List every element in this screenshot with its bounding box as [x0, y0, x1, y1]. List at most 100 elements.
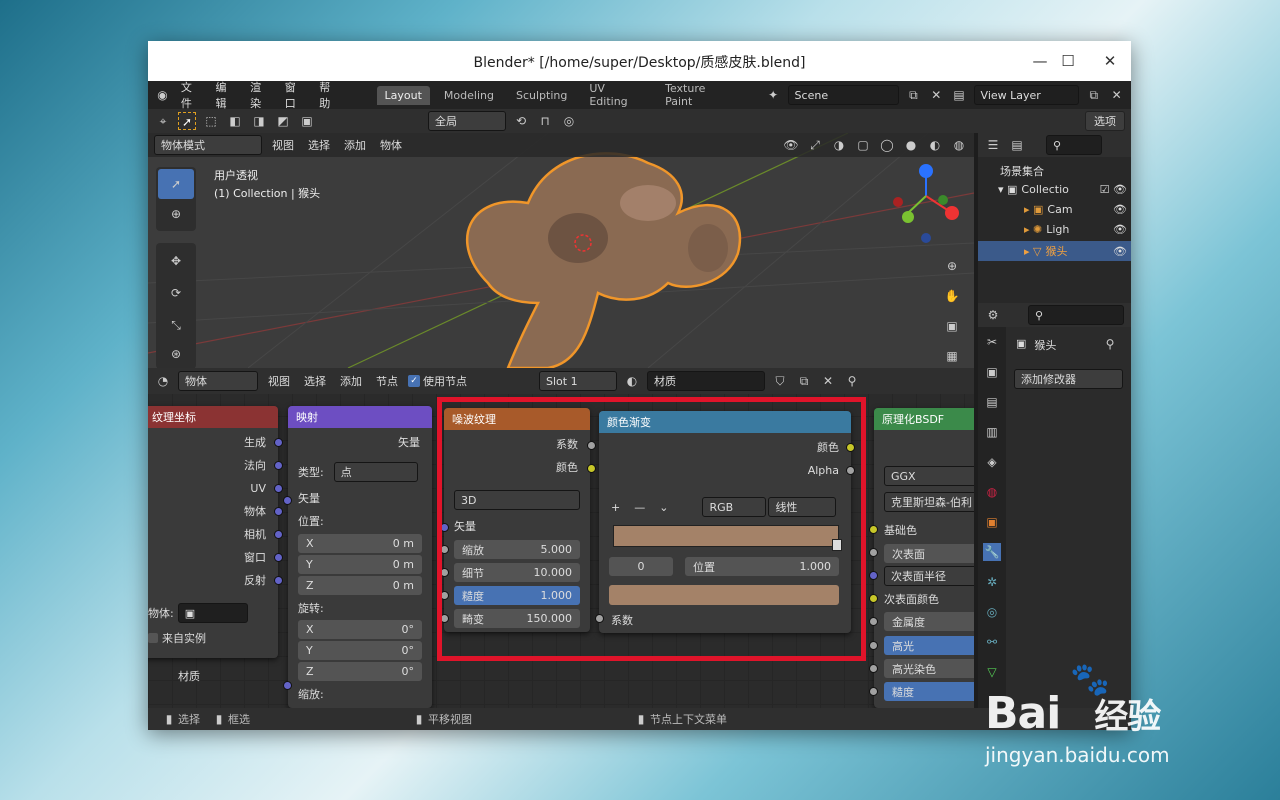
- stop-index[interactable]: 0: [609, 557, 673, 576]
- param-distortion[interactable]: 畸变 150.000: [454, 609, 580, 628]
- properties-search[interactable]: ⚲: [1028, 305, 1124, 325]
- 3d-viewport[interactable]: 物体模式 视图 选择 添加 物体 👁 ⤢ ◑ ▢ ◯ ● ◐ ◍ 用户透视 (1…: [148, 133, 974, 368]
- input-subsurface-radius[interactable]: 次表面半径: [884, 566, 974, 586]
- tab-uv-editing[interactable]: UV Editing: [581, 79, 651, 111]
- socket[interactable]: [869, 594, 878, 603]
- scene-collection[interactable]: 场景集合: [1000, 163, 1044, 179]
- rotation-z[interactable]: Z 0°: [298, 662, 422, 681]
- pivot-icon[interactable]: ⟲: [512, 112, 530, 130]
- viewport-menu-view[interactable]: 视图: [268, 135, 298, 155]
- ramp-menu-button[interactable]: ⌄: [659, 501, 668, 514]
- select-extend-icon[interactable]: ◧: [226, 112, 244, 130]
- socket[interactable]: [869, 548, 878, 557]
- socket[interactable]: [869, 664, 878, 673]
- pin-icon[interactable]: ⚲: [843, 372, 861, 390]
- transform-orientation[interactable]: 全局: [428, 111, 506, 131]
- outliner-item-camera[interactable]: ▸ ▣ Cam 👁: [1024, 203, 1127, 216]
- material-icon[interactable]: ◐: [623, 372, 641, 390]
- viewport-menu-add[interactable]: 添加: [340, 135, 370, 155]
- physics-tab-icon[interactable]: ◎: [983, 603, 1001, 621]
- shading-wire-icon[interactable]: ◯: [878, 136, 896, 154]
- tool-move-icon[interactable]: ✥: [158, 245, 194, 277]
- properties-type-icon[interactable]: ⚙: [984, 306, 1002, 324]
- socket[interactable]: [846, 443, 855, 452]
- param-roughness[interactable]: 糙度 1.000: [454, 586, 580, 605]
- socket[interactable]: [869, 571, 878, 580]
- select-box-icon[interactable]: ⬚: [202, 112, 220, 130]
- constraints-tab-icon[interactable]: ⚯: [983, 633, 1001, 651]
- node-menu-add[interactable]: 添加: [336, 371, 366, 391]
- view-layer-tab-icon[interactable]: ▥: [983, 423, 1001, 441]
- slot-select[interactable]: Slot 1: [539, 371, 617, 391]
- new-scene-icon[interactable]: ⧉: [905, 86, 922, 104]
- socket[interactable]: [440, 614, 449, 623]
- tab-modeling[interactable]: Modeling: [436, 86, 502, 105]
- input-roughness[interactable]: 糙度: [884, 682, 974, 701]
- tab-texture-paint[interactable]: Texture Paint: [657, 79, 739, 111]
- menu-window[interactable]: 窗口: [281, 77, 310, 113]
- tool-rotate-icon[interactable]: ⟳: [158, 277, 194, 309]
- node-texture-coordinate[interactable]: 纹理坐标 生成 法向 UV 物体 相机 窗口 反射 物体: ▣ 来自实例: [148, 406, 278, 658]
- menu-file[interactable]: 文件: [177, 77, 206, 113]
- remove-stop-button[interactable]: —: [634, 501, 645, 514]
- select-tool-icon[interactable]: ➚: [178, 112, 196, 130]
- properties-editor[interactable]: ⚙ ⚲ ✂ ▣ ▤ ▥ ◈ ◍ ▣ 🔧 ✲ ◎ ⚯ ▽ ▣ 猴头 ⚲ 添加修改器: [978, 303, 1131, 708]
- unlink-material-icon[interactable]: ✕: [819, 372, 837, 390]
- particles-tab-icon[interactable]: ✲: [983, 573, 1001, 591]
- tab-layout[interactable]: Layout: [376, 85, 430, 105]
- pan-hand-icon[interactable]: ✋: [938, 281, 966, 311]
- dimension-select[interactable]: 3D: [454, 490, 580, 510]
- socket[interactable]: [274, 576, 283, 585]
- node-mapping[interactable]: 映射 矢量 类型: 点 矢量 位置: X0 m Y0 m Z0 m 旋转: X0…: [288, 406, 432, 708]
- minimize-button[interactable]: —: [1028, 49, 1052, 73]
- visibility-icon[interactable]: 👁: [782, 136, 800, 154]
- gizmo-icon[interactable]: ⤢: [806, 136, 824, 154]
- camera-icon[interactable]: ▣: [938, 311, 966, 341]
- world-tab-icon[interactable]: ◍: [983, 483, 1001, 501]
- socket[interactable]: [595, 614, 604, 623]
- snap-icon[interactable]: ⊓: [536, 112, 554, 130]
- menu-help[interactable]: 帮助: [315, 77, 344, 113]
- tool-transform-icon[interactable]: ⊛: [158, 341, 194, 367]
- viewport-menu-select[interactable]: 选择: [304, 135, 334, 155]
- socket[interactable]: [274, 484, 283, 493]
- transform-pivot-icon[interactable]: ⌖: [154, 112, 172, 130]
- output-tab-icon[interactable]: ▤: [983, 393, 1001, 411]
- editor-type-icon[interactable]: ◔: [154, 372, 172, 390]
- display-mode-icon[interactable]: ▤: [1008, 136, 1026, 154]
- new-layer-icon[interactable]: ⧉: [1085, 86, 1102, 104]
- new-material-icon[interactable]: ⧉: [795, 372, 813, 390]
- sss-method-select[interactable]: 克里斯坦森-伯利: [884, 492, 974, 512]
- options-button[interactable]: 选项: [1085, 111, 1125, 131]
- socket[interactable]: [440, 591, 449, 600]
- menu-edit[interactable]: 编辑: [211, 77, 240, 113]
- type-select[interactable]: 点: [333, 462, 418, 482]
- object-field[interactable]: ▣: [177, 603, 248, 623]
- socket[interactable]: [869, 617, 878, 626]
- tool-select-icon[interactable]: ➚: [158, 169, 194, 199]
- fake-user-icon[interactable]: ⛉: [771, 372, 789, 390]
- scene-tab-icon[interactable]: ◈: [983, 453, 1001, 471]
- select-invert-icon[interactable]: ◩: [274, 112, 292, 130]
- stop-color-swatch[interactable]: [609, 585, 839, 605]
- socket[interactable]: [283, 681, 292, 690]
- param-detail[interactable]: 细节 10.000: [454, 563, 580, 582]
- overlay-icon[interactable]: ◑: [830, 136, 848, 154]
- socket[interactable]: [440, 523, 449, 532]
- shading-rendered-icon[interactable]: ◍: [950, 136, 968, 154]
- node-menu-view[interactable]: 视图: [264, 371, 294, 391]
- tab-sculpting[interactable]: Sculpting: [508, 86, 575, 105]
- location-z[interactable]: Z0 m: [298, 576, 422, 595]
- outliner-collection[interactable]: ▾ ▣ Collectio ☑ 👁: [998, 183, 1127, 196]
- zoom-icon[interactable]: ⊕: [938, 251, 966, 281]
- node-menu-select[interactable]: 选择: [300, 371, 330, 391]
- add-modifier-select[interactable]: 添加修改器: [1014, 369, 1123, 389]
- scene-field[interactable]: Scene: [787, 85, 899, 105]
- outliner-item-monkey[interactable]: ▸ ▽ 猴头 👁: [978, 241, 1131, 261]
- select-subtract-icon[interactable]: ◨: [250, 112, 268, 130]
- socket[interactable]: [869, 525, 878, 534]
- node-color-ramp[interactable]: 颜色渐变 颜色 Alpha + — ⌄ RGB 线性 0 位置 1.000 系数: [599, 411, 851, 633]
- color-mode-select[interactable]: RGB: [702, 497, 767, 517]
- node-editor[interactable]: ◔ 物体 视图 选择 添加 节点 ✓ 使用节点 Slot 1 ◐ 材质 ⛉ ⧉ …: [148, 368, 974, 708]
- input-specular[interactable]: 高光: [884, 636, 974, 655]
